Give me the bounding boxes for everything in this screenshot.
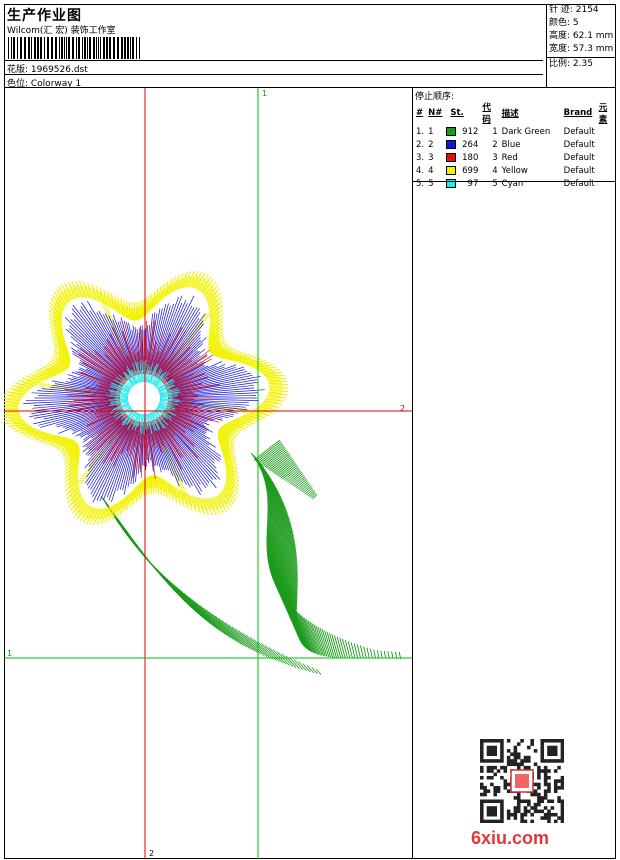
header-info: 生产作业图 Wilcom(汇 宏) 装饰工作室 花版: 1969526.dst … [4,4,547,89]
stat-height: 高度: 62.1 mm [549,31,614,41]
design-canvas: 1 2 2 1 [4,88,413,859]
cell-element [597,125,616,138]
cell-needle: 5 [428,178,434,189]
cell-index: 1. [416,126,425,137]
header: 生产作业图 Wilcom(汇 宏) 装饰工作室 花版: 1969526.dst … [4,4,616,89]
cell-element [597,151,616,164]
stat-scale: 比例: 2.35 [549,59,593,69]
cell-element [597,138,616,151]
page-title: 生产作业图 [7,8,82,24]
stitch-count: 699 [462,165,479,176]
cell-description: Blue [501,139,521,150]
col-header: St. [450,108,464,118]
col-header: # [416,108,424,118]
col-header: Brand [563,108,593,118]
stop-sequence-panel: 停止顺序: # N# St. 代码 描述 Brand 元素 1. 1 912 1 Dar… [413,88,616,859]
cell-stitches: 912 [444,125,480,138]
stat-stitches: 针 迹: 2154 [549,5,599,15]
cell-stitches: 264 [444,138,480,151]
cell-description: Cyan [501,178,524,189]
divider [4,74,543,75]
cell-brand: Default [563,126,595,137]
cell-stitches: 97 [444,177,480,190]
color-swatch [446,152,457,162]
cell-index: 3. [416,152,425,163]
stitch-count: 912 [462,126,479,137]
cell-element [597,164,616,177]
stitch-count: 180 [462,152,479,163]
watermark-text: 6xiu.com [471,828,550,848]
qr-code [480,739,564,823]
table-header-row: # N# St. 代码 描述 Brand 元素 [414,101,616,125]
cell-brand: Default [563,178,595,189]
stats-panel: 针 迹: 2154 颜色: 5 高度: 62.1 mm 宽度: 57.3 mm … [547,4,615,87]
table-row: 3. 3 180 3 Red Default [414,151,616,164]
cell-code: 1 [492,126,498,137]
cell-needle: 3 [428,152,434,163]
stitch-count: 97 [467,178,479,189]
table-row: 2. 2 264 2 Blue Default [414,138,616,151]
stat-colors: 颜色: 5 [549,18,579,28]
cell-description: Yellow [501,165,528,176]
col-header: N# [428,108,443,118]
guide-label: 2 [149,849,154,858]
col-header: 描述 [501,109,519,119]
cell-element [597,177,616,190]
color-swatch [446,139,457,149]
cell-index: 2. [416,139,425,150]
cell-brand: Default [563,152,595,163]
cell-index: 4. [416,165,425,176]
color-swatch [446,126,457,136]
guide-label: 1 [7,649,12,658]
cell-code: 5 [492,178,498,189]
cell-code: 4 [492,165,498,176]
leaf-stitches [100,439,402,676]
table-row: 1. 1 912 1 Dark Green Default [414,125,616,138]
cell-needle: 4 [428,165,434,176]
cell-index: 5. [416,178,425,189]
cell-stitches: 180 [444,151,480,164]
stitch-count: 264 [462,139,479,150]
stop-sequence-table: # N# St. 代码 描述 Brand 元素 1. 1 912 1 Dark Gree… [414,101,616,190]
col-header: 元素 [598,103,608,125]
guide-label: 1 [262,89,267,98]
cell-stitches: 699 [444,164,480,177]
cell-description: Dark Green [501,126,551,137]
guide-label: 2 [400,404,405,413]
col-header: 代码 [482,103,491,125]
cell-needle: 1 [428,126,434,137]
table-row: 5. 5 97 5 Cyan Default [414,177,616,190]
cell-code: 3 [492,152,498,163]
embroidery-design: 1 2 2 1 [4,88,412,859]
cell-description: Red [501,152,518,163]
divider [413,181,616,182]
table-row: 4. 4 699 4 Yellow Default [414,164,616,177]
cell-code: 2 [492,139,498,150]
company-name: Wilcom(汇 宏) 装饰工作室 [7,26,116,36]
divider [4,60,543,61]
barcode [8,37,140,59]
cell-needle: 2 [428,139,434,150]
cell-brand: Default [563,165,595,176]
cell-brand: Default [563,139,595,150]
color-swatch [446,178,457,188]
stat-width: 宽度: 57.3 mm [549,44,614,54]
color-swatch [446,165,457,175]
